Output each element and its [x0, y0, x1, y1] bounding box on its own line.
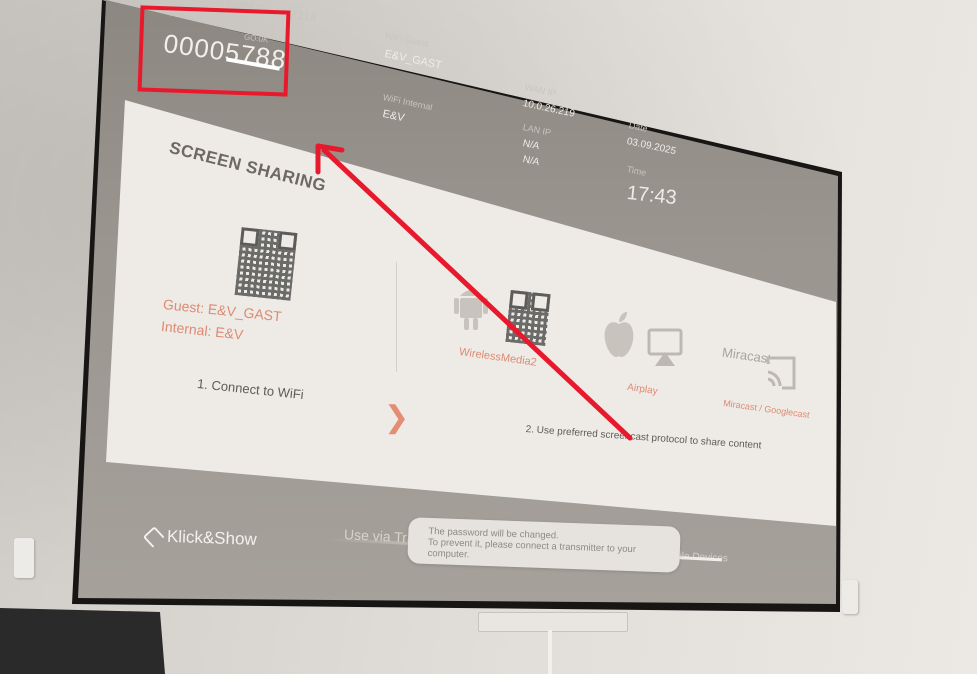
- red-annotation-arrow: [315, 143, 633, 441]
